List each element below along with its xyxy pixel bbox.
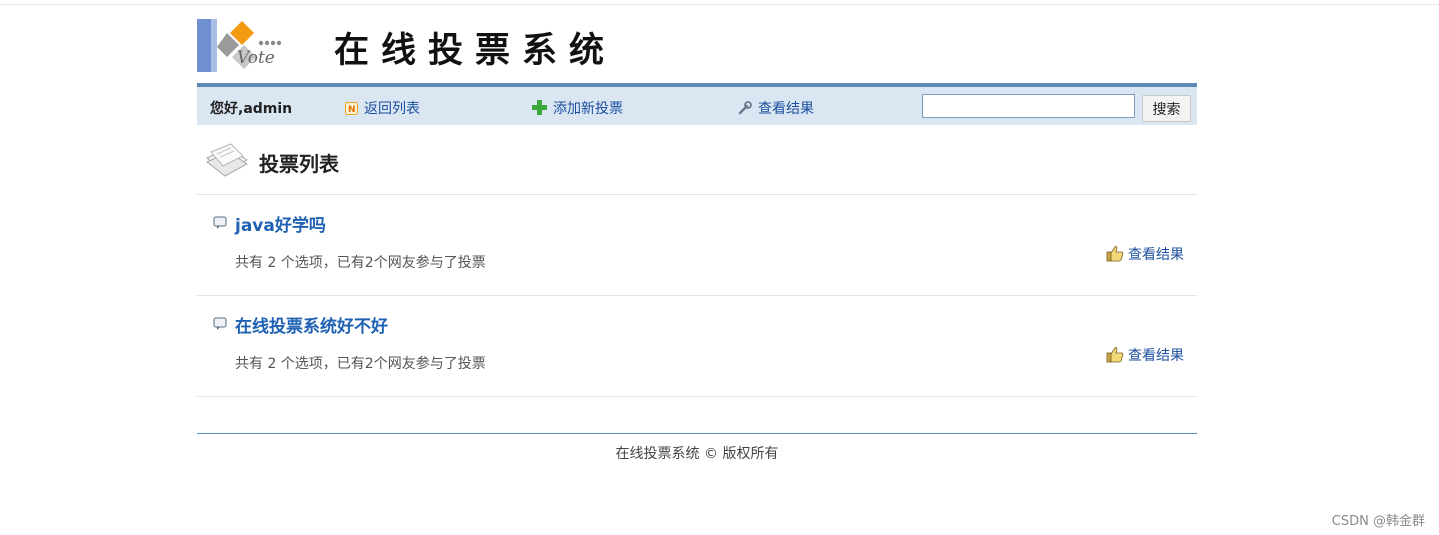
add-vote-label: 添加新投票 (553, 101, 623, 117)
search-input[interactable] (922, 94, 1135, 118)
view-results-link[interactable]: 查看结果 (738, 98, 814, 118)
svg-text:N: N (348, 105, 356, 115)
site-title: 在线投票系统 (334, 30, 617, 71)
add-vote-link[interactable]: 添加新投票 (532, 98, 623, 118)
nav-bar: 您好,admin N 返回列表 添加新投票 查看结果 搜索 (197, 83, 1197, 125)
footer-divider (197, 433, 1197, 434)
vote-view-results-link[interactable]: 查看结果 (1106, 345, 1184, 365)
plus-icon (532, 100, 547, 115)
speech-bubble-icon (213, 317, 227, 330)
user-greeting: 您好,admin (210, 101, 293, 117)
vote-item: java好学吗 共有 2 个选项，已有2个网友参与了投票 查看结果 (197, 195, 1197, 296)
back-to-list-label: 返回列表 (364, 101, 420, 117)
vote-list-icon (206, 143, 248, 177)
search-button[interactable]: 搜索 (1142, 95, 1191, 122)
speech-bubble-icon (213, 216, 227, 229)
top-divider (0, 4, 1439, 5)
thumbs-up-icon (1106, 347, 1124, 363)
svg-text:Vote: Vote (237, 48, 275, 68)
vote-title-link[interactable]: 在线投票系统好不好 (235, 312, 388, 337)
back-to-list-link[interactable]: N 返回列表 (345, 98, 420, 118)
vote-view-results-label: 查看结果 (1128, 348, 1184, 364)
csdn-watermark: CSDN @韩金群 (1331, 514, 1425, 529)
vote-logo: Vote (197, 19, 283, 72)
back-list-icon: N (345, 102, 358, 115)
vote-summary: 共有 2 个选项，已有2个网友参与了投票 (235, 356, 486, 372)
vote-item: 在线投票系统好不好 共有 2 个选项，已有2个网友参与了投票 查看结果 (197, 296, 1197, 397)
section-title: 投票列表 (259, 152, 339, 176)
wrench-icon (738, 101, 752, 115)
vote-view-results-label: 查看结果 (1128, 247, 1184, 263)
vote-summary: 共有 2 个选项，已有2个网友参与了投票 (235, 255, 486, 271)
vote-title-link[interactable]: java好学吗 (235, 211, 326, 236)
view-results-label: 查看结果 (758, 101, 814, 117)
thumbs-up-icon (1106, 246, 1124, 262)
footer-copyright: 在线投票系统 © 版权所有 (615, 446, 779, 462)
vote-view-results-link[interactable]: 查看结果 (1106, 244, 1184, 264)
